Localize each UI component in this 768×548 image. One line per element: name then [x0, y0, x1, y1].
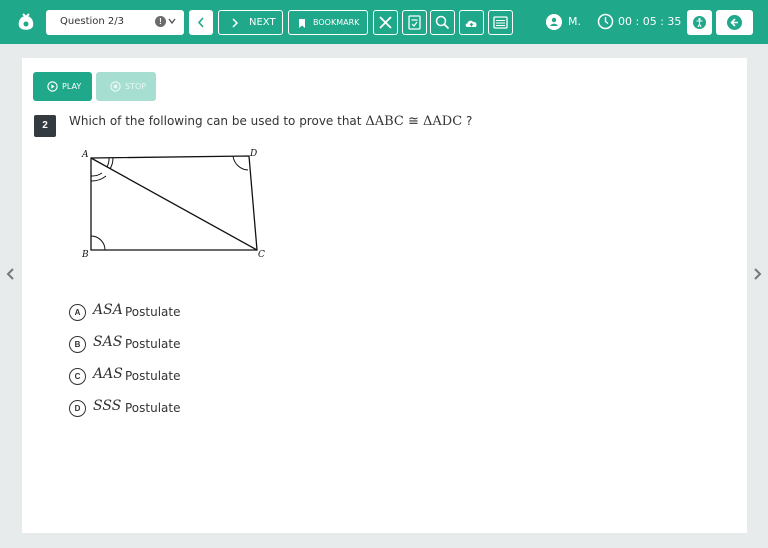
- cloud-upload-icon: [465, 20, 477, 27]
- choice-math: SAS: [93, 334, 123, 350]
- chevron-left-icon: [197, 17, 204, 28]
- question-number: 2: [34, 115, 56, 137]
- bookmark-icon: [299, 19, 305, 28]
- bookmark-label: BOOKMARK: [313, 18, 360, 27]
- accessibility-icon: [693, 16, 706, 29]
- choice-text: Postulate: [125, 369, 181, 383]
- calculator-icon: [408, 15, 421, 30]
- vertex-label-b: B: [81, 250, 89, 260]
- vertex-label-a: A: [81, 150, 89, 160]
- reference-icon: [493, 16, 508, 29]
- choice-math: SSS: [93, 398, 122, 414]
- question-suffix: ?: [465, 114, 473, 128]
- stop-icon: [110, 81, 121, 92]
- previous-button[interactable]: [189, 10, 213, 35]
- choice-letter: D: [69, 400, 86, 417]
- geometry-figure: A D B C: [81, 149, 265, 260]
- avatar-icon: [546, 14, 562, 30]
- chevron-down-icon: [168, 18, 176, 25]
- stop-label: STOP: [125, 82, 147, 91]
- top-toolbar: Question 2/3 ! NEXT BOOKMARK M. 00: 05 …: [0, 0, 768, 44]
- play-label: PLAY: [62, 82, 82, 91]
- choice-math: AAS: [93, 366, 123, 382]
- next-label: NEXT: [249, 17, 276, 28]
- exit-icon: [727, 15, 742, 30]
- user-name: M.: [568, 15, 581, 28]
- choice-text: Postulate: [125, 305, 181, 319]
- close-icon: [379, 16, 392, 29]
- question-text: Which of the following can be used to pr…: [69, 114, 472, 129]
- bookmark-button[interactable]: BOOKMARK: [288, 10, 368, 35]
- vertex-label-c: C: [258, 250, 265, 260]
- question-math: ΔABC ≅ ΔADC: [365, 114, 463, 129]
- question-stem: Which of the following can be used to pr…: [69, 114, 362, 128]
- chevron-right-icon: [232, 18, 239, 28]
- timer-value: 00 : 05 : 35: [618, 15, 682, 28]
- question-panel: PLAY STOP 2 Which of the following can b…: [22, 58, 747, 533]
- question-selector-label: Question 2/3: [60, 16, 124, 27]
- clock-icon: [597, 13, 614, 30]
- reference-button[interactable]: [488, 10, 513, 35]
- accessibility-button[interactable]: [687, 10, 712, 35]
- calculator-button[interactable]: [402, 10, 427, 35]
- vertex-label-d: D: [249, 149, 257, 159]
- app-logo-icon: [18, 13, 34, 30]
- play-icon: [47, 81, 58, 92]
- choice-letter: A: [69, 304, 86, 321]
- upload-button[interactable]: [459, 10, 484, 35]
- exit-button[interactable]: [716, 10, 753, 35]
- chevron-left-icon[interactable]: [4, 266, 16, 282]
- magnifier-button[interactable]: [430, 10, 455, 35]
- choice-math: ASA: [93, 302, 123, 318]
- question-selector[interactable]: Question 2/3 !: [46, 10, 184, 35]
- chevron-right-icon[interactable]: [752, 266, 764, 282]
- choice-text: Postulate: [125, 401, 181, 415]
- eliminator-button[interactable]: [373, 10, 398, 35]
- choice-text: Postulate: [125, 337, 181, 351]
- next-button[interactable]: NEXT: [218, 10, 283, 35]
- stop-button[interactable]: STOP: [96, 72, 156, 101]
- choice-letter: C: [69, 368, 86, 385]
- choice-letter: B: [69, 336, 86, 353]
- magnifier-icon: [435, 15, 450, 30]
- info-icon: !: [155, 16, 166, 27]
- play-button[interactable]: PLAY: [33, 72, 92, 101]
